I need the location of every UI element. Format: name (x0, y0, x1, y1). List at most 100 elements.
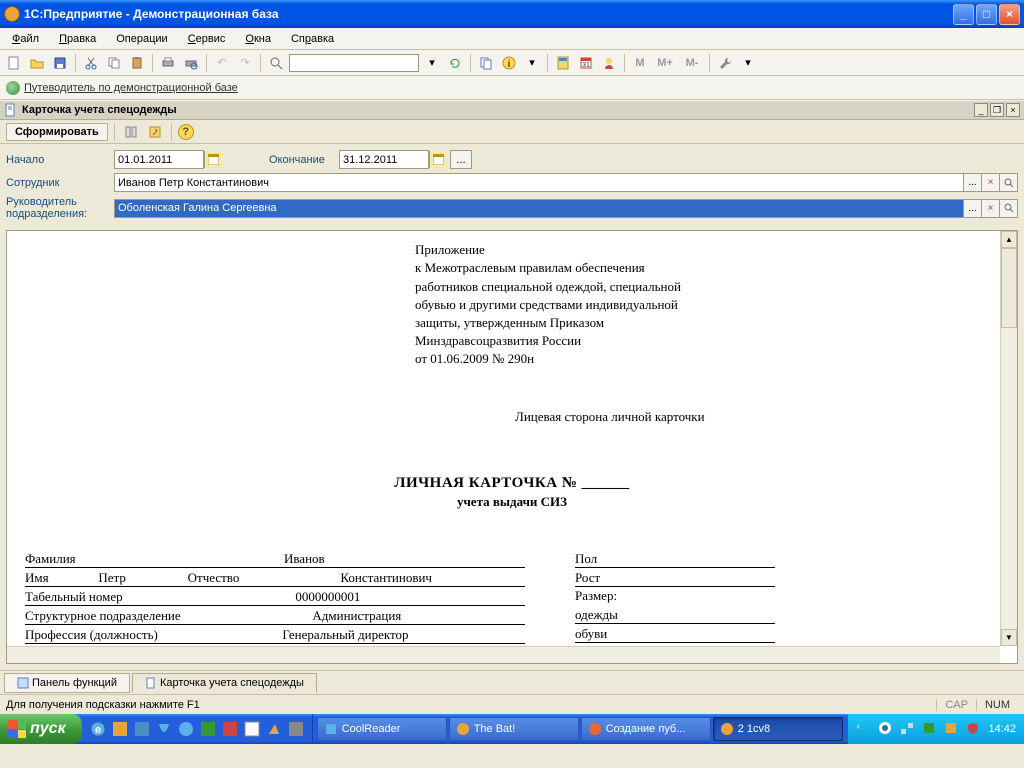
end-date-picker-icon[interactable] (429, 151, 446, 168)
tray-app1-icon[interactable] (922, 721, 938, 737)
ql-app4-icon[interactable] (220, 719, 240, 739)
help-icon[interactable]: ? (178, 124, 194, 140)
window-tabs: Панель функций Карточка учета спецодежды (0, 670, 1024, 694)
tab-card[interactable]: Карточка учета спецодежды (132, 673, 317, 693)
svg-text:e: e (95, 724, 101, 736)
system-tray: ‹ 14:42 (848, 714, 1024, 744)
ql-ie-icon[interactable]: e (88, 719, 108, 739)
tray-teamviewer-icon[interactable] (878, 721, 894, 737)
task-firefox[interactable]: Создание пуб... (581, 717, 711, 741)
tray-shield-icon[interactable] (966, 721, 982, 737)
ql-msn-icon[interactable] (154, 719, 174, 739)
caps-indicator: CAP (936, 699, 976, 711)
calc-icon[interactable] (553, 53, 573, 73)
undo-icon[interactable]: ↶ (212, 53, 232, 73)
ql-app6-icon[interactable] (286, 719, 306, 739)
scroll-down-button[interactable]: ▼ (1001, 629, 1017, 646)
search-combo[interactable] (289, 54, 419, 72)
clock[interactable]: 14:42 (988, 723, 1016, 735)
cut-icon[interactable] (81, 53, 101, 73)
paste-icon[interactable] (127, 53, 147, 73)
menu-operations[interactable]: Операции (110, 31, 173, 47)
mminus-button[interactable]: M- (680, 53, 704, 73)
refresh-icon[interactable] (445, 53, 465, 73)
menu-edit[interactable]: Правка (53, 31, 102, 47)
ql-app2-icon[interactable] (132, 719, 152, 739)
mplus-button[interactable]: M+ (653, 53, 677, 73)
scroll-up-button[interactable]: ▲ (1001, 231, 1017, 248)
parameters-panel: Начало 01.01.2011 Окончание 31.12.2011 .… (0, 144, 1024, 230)
report-subtitle: учета выдачи СИЗ (25, 494, 999, 510)
child-minimize-button[interactable]: _ (974, 103, 988, 117)
end-date-field[interactable]: 31.12.2011 (339, 150, 429, 169)
new-icon[interactable] (4, 53, 24, 73)
calendar-icon[interactable]: 31 (576, 53, 596, 73)
dropdown3-icon[interactable]: ▾ (738, 53, 758, 73)
manager-open-button[interactable] (1000, 199, 1018, 218)
copy-icon[interactable] (104, 53, 124, 73)
manager-clear-button[interactable]: × (982, 199, 1000, 218)
vertical-scrollbar[interactable]: ▲ ▼ (1000, 231, 1017, 646)
menu-help[interactable]: Справка (285, 31, 340, 47)
employee-select-button[interactable]: ... (964, 173, 982, 192)
close-button[interactable]: × (999, 4, 1020, 25)
start-button[interactable]: пуск (0, 714, 82, 744)
period-ellipsis-button[interactable]: ... (450, 150, 472, 169)
tray-chevron-icon[interactable]: ‹ (856, 721, 872, 737)
document-icon (145, 677, 157, 689)
maximize-button[interactable]: □ (976, 4, 997, 25)
employee-open-button[interactable] (1000, 173, 1018, 192)
open-icon[interactable] (27, 53, 47, 73)
ql-app1-icon[interactable] (110, 719, 130, 739)
report-appendix-text: Приложение к Межотраслевым правилам обес… (415, 241, 999, 368)
info-icon[interactable]: i (499, 53, 519, 73)
config-icon[interactable] (121, 122, 141, 142)
redo-icon[interactable]: ↷ (235, 53, 255, 73)
ql-ie2-icon[interactable] (176, 719, 196, 739)
copy-doc-icon[interactable] (476, 53, 496, 73)
ql-app5-icon[interactable] (242, 719, 262, 739)
start-date-picker-icon[interactable] (204, 151, 221, 168)
app-icon (4, 6, 20, 22)
report-title: ЛИЧНАЯ КАРТОЧКА № ______ (25, 475, 999, 492)
dropdown2-icon[interactable]: ▾ (522, 53, 542, 73)
tab-function-panel[interactable]: Панель функций (4, 673, 130, 693)
employee-clear-button[interactable]: × (982, 173, 1000, 192)
menu-windows[interactable]: Окна (239, 31, 277, 47)
window-title: 1С:Предприятие - Демонстрационная база (24, 7, 953, 21)
ql-winamp-icon[interactable] (264, 719, 284, 739)
task-thebat[interactable]: The Bat! (449, 717, 579, 741)
wrench-icon[interactable] (715, 53, 735, 73)
child-restore-button[interactable]: ❐ (990, 103, 1004, 117)
child-titlebar: Карточка учета спецодежды _ ❐ × (0, 100, 1024, 120)
minimize-button[interactable]: _ (953, 4, 974, 25)
task-1cv8[interactable]: 2 1cv8 (713, 717, 843, 741)
m-button[interactable]: M (630, 53, 650, 73)
generate-button[interactable]: Сформировать (6, 123, 108, 141)
menu-service[interactable]: Сервис (182, 31, 232, 47)
menu-file[interactable]: Файл (6, 31, 45, 47)
dropdown-icon[interactable]: ▾ (422, 53, 442, 73)
search-icon[interactable] (266, 53, 286, 73)
save-icon[interactable] (50, 53, 70, 73)
settings-icon[interactable] (145, 122, 165, 142)
tray-network-icon[interactable] (900, 721, 916, 737)
manager-select-button[interactable]: ... (964, 199, 982, 218)
guide-link[interactable]: Путеводитель по демонстрационной базе (24, 82, 238, 94)
ql-app3-icon[interactable] (198, 719, 218, 739)
svg-text:31: 31 (582, 62, 590, 69)
child-close-button[interactable]: × (1006, 103, 1020, 117)
user-icon[interactable] (599, 53, 619, 73)
start-date-field[interactable]: 01.01.2011 (114, 150, 204, 169)
employee-field[interactable]: Иванов Петр Константинович (114, 173, 964, 192)
print-preview-icon[interactable] (181, 53, 201, 73)
manager-field[interactable]: Оболенская Галина Сергеевна (114, 199, 964, 218)
svg-text:i: i (508, 59, 511, 70)
scroll-thumb[interactable] (1001, 248, 1017, 328)
horizontal-scrollbar[interactable] (7, 646, 1000, 663)
task-coolreader[interactable]: CoolReader (317, 717, 447, 741)
menubar: Файл Правка Операции Сервис Окна Справка (0, 28, 1024, 50)
status-hint: Для получения подсказки нажмите F1 (6, 699, 936, 711)
tray-app2-icon[interactable] (944, 721, 960, 737)
print-icon[interactable] (158, 53, 178, 73)
